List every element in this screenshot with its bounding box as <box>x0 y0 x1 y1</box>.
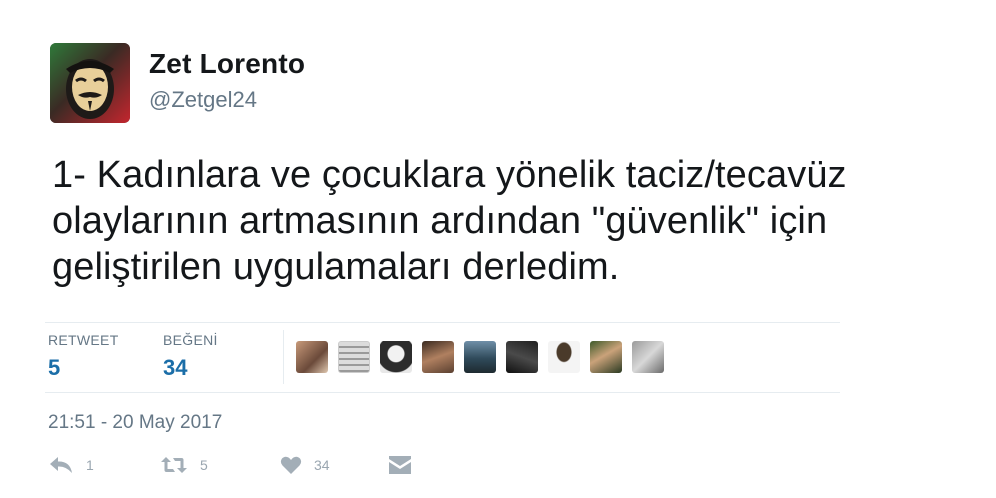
stats-divider-bottom <box>45 392 840 393</box>
author-handle[interactable]: @Zetgel24 <box>149 87 257 113</box>
like-button[interactable]: 34 <box>280 455 330 475</box>
envelope-icon <box>389 456 411 474</box>
tweet-text-line: 1- Kadınlara ve çocuklara yönelik taciz/… <box>52 154 847 196</box>
retweet-count: 5 <box>200 457 208 473</box>
liker-avatar[interactable] <box>338 341 370 373</box>
tweet-text: 1- Kadınlara ve çocuklara yönelik taciz/… <box>52 152 962 290</box>
tweet-text-line: olaylarının artmasının ardından "güvenli… <box>52 200 828 242</box>
liker-avatar[interactable] <box>464 341 496 373</box>
like-stat-label: BEĞENİ <box>163 332 218 348</box>
like-count: 34 <box>314 457 330 473</box>
stats-divider-top <box>45 322 840 323</box>
liker-avatar[interactable] <box>548 341 580 373</box>
liker-avatar[interactable] <box>632 341 664 373</box>
liker-avatars <box>296 341 664 375</box>
liker-avatar[interactable] <box>380 341 412 373</box>
heart-icon <box>280 456 302 474</box>
avatar[interactable] <box>50 43 130 123</box>
retweet-stat[interactable]: RETWEET 5 <box>48 332 119 381</box>
tweet-timestamp[interactable]: 21:51 - 20 May 2017 <box>48 412 222 434</box>
retweet-button[interactable]: 5 <box>160 455 208 475</box>
retweet-icon <box>161 457 187 473</box>
reply-count: 1 <box>86 457 94 473</box>
tweet-text-line: geliştirilen uygulamaları derledim. <box>52 246 620 288</box>
stats-divider-vertical <box>283 330 284 384</box>
liker-avatar[interactable] <box>506 341 538 373</box>
tweet-card: Zet Lorento @Zetgel24 1- Kadınlara ve ço… <box>0 0 996 498</box>
reply-button[interactable]: 1 <box>48 455 94 475</box>
liker-avatar[interactable] <box>422 341 454 373</box>
like-stat-value: 34 <box>163 355 188 380</box>
retweet-stat-value: 5 <box>48 355 61 380</box>
liker-avatar[interactable] <box>296 341 328 373</box>
retweet-stat-label: RETWEET <box>48 332 119 348</box>
reply-icon <box>50 457 72 473</box>
guy-fawkes-mask-icon <box>50 43 130 123</box>
author-name[interactable]: Zet Lorento <box>149 48 305 80</box>
liker-avatar[interactable] <box>590 341 622 373</box>
like-stat[interactable]: BEĞENİ 34 <box>163 332 218 381</box>
direct-message-button[interactable] <box>388 455 412 475</box>
